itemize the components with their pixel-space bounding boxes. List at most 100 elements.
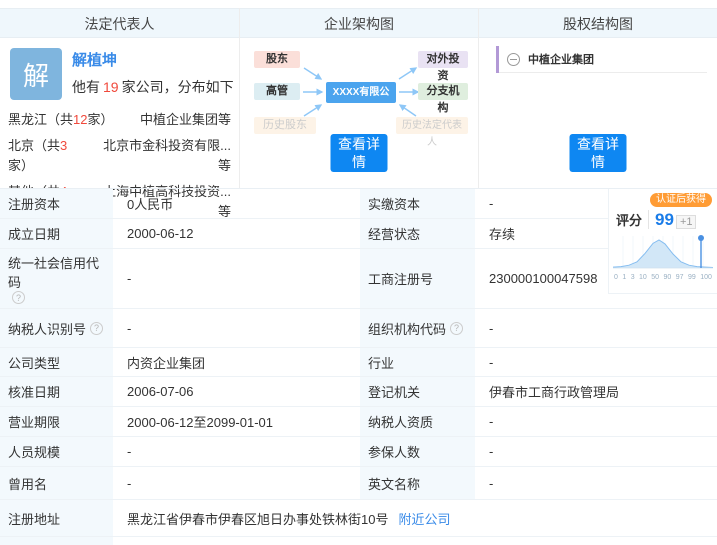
table-row-address: 注册地址 黑龙江省伊春市伊春区旭日办事处铁林街10号 附近公司 (0, 500, 717, 537)
field-label: 实缴资本 (360, 189, 475, 218)
help-icon[interactable] (90, 321, 104, 335)
node-history-shareholder: 历史股东 (254, 117, 316, 134)
field-value: 2006-07-06 (127, 384, 194, 399)
score-widget: 认证后获得 评分 99 +1 0 1 3 10 50 90 97 99 100 (608, 189, 717, 294)
equity-panel-title: 股权结构图 (479, 8, 717, 38)
table-row: 核准日期 2006-07-06 登记机关 伊春市工商行政管理局 (0, 377, 717, 407)
org-chart-panel: 企业架构图 股东 高管 历史股东 XXXX有限公司 对外投资 分支机构 历史法定… (239, 8, 478, 188)
help-icon[interactable] (12, 291, 25, 304)
node-investment: 对外投资 (418, 51, 468, 82)
registered-address: 黑龙江省伊春市伊春区旭日办事处铁林街10号 (127, 511, 389, 527)
table-row: 人员规模 - 参保人数 - (0, 437, 717, 467)
field-label: 注册资本 (0, 189, 113, 218)
field-value: 0人民币 (127, 197, 174, 212)
field-value: - (489, 414, 494, 429)
node-executive: 高管 (254, 83, 300, 100)
field-value: - (489, 475, 494, 491)
node-history-legal-rep: 历史法定代表人 (396, 117, 468, 148)
equity-tree-root[interactable]: 中植企业集团 (496, 46, 707, 73)
node-shareholder: 股东 (254, 51, 300, 68)
legal-rep-panel-title: 法定代表人 (0, 8, 239, 38)
table-row-scope: 经营范围 - (0, 537, 717, 545)
axis-tick: 99 (687, 274, 696, 281)
score-marker-pin-icon (698, 235, 704, 241)
field-label: 经营状态 (360, 219, 475, 248)
legal-rep-name-link[interactable]: 解植坤 (72, 49, 117, 70)
field-value: - (127, 320, 132, 336)
equity-root-label: 中植企业集团 (528, 54, 594, 66)
collapse-minus-icon[interactable] (507, 52, 520, 66)
company-detail-table: 认证后获得 评分 99 +1 0 1 3 10 50 90 97 99 100 … (0, 188, 717, 545)
field-value: - (127, 475, 132, 491)
company-profile-page: 法定代表人 解 解植坤 他有 19 家公司，分布如下 黑龙江（共12家） 中植企业集… (0, 0, 717, 545)
region-row-heilongjiang: 黑龙江（共12家） 中植企业集团等 (8, 110, 231, 130)
field-label: 行业 (360, 348, 475, 376)
field-label: 注册地址 (0, 500, 113, 536)
field-label: 登记机关 (360, 377, 475, 406)
field-value: - (489, 444, 494, 459)
field-label: 纳税人资质 (360, 407, 475, 436)
help-icon[interactable] (450, 321, 464, 335)
region-row-beijing: 北京（共3家） 北京市金科投资有限... 等 (8, 136, 231, 176)
summary-prefix: 他有 (72, 79, 100, 95)
region-companies: 中植企业集团等 (139, 112, 231, 127)
field-value: - (127, 444, 132, 459)
node-company-center: XXXX有限公司 (326, 82, 396, 119)
field-value: - (489, 354, 494, 370)
axis-tick: 97 (675, 274, 684, 281)
field-label: 工商注册号 (360, 249, 475, 308)
top-panels: 法定代表人 解 解植坤 他有 19 家公司，分布如下 黑龙江（共12家） 中植企业集… (0, 8, 717, 219)
axis-tick: 100 (700, 274, 712, 281)
region-companies: 北京市金科投资有限... 等 (103, 138, 231, 173)
field-value: - (489, 320, 494, 336)
field-label: 成立日期 (0, 219, 113, 248)
score-label: 评分 (616, 210, 650, 229)
score-bonus: +1 (675, 215, 697, 229)
org-chart-view-detail-button[interactable]: 查看详情 (330, 134, 388, 172)
field-value: - (113, 537, 717, 545)
field-label: 营业期限 (0, 407, 113, 436)
field-label: 纳税人识别号 (0, 309, 113, 347)
node-branch: 分支机构 (418, 83, 468, 114)
equity-panel: 股权结构图 中植企业集团 查看详情 (478, 8, 717, 188)
field-value: 伊春市工商行政管理局 (489, 385, 620, 400)
field-label: 参保人数 (360, 437, 475, 466)
summary-suffix: 家公司，分布如下 (121, 79, 234, 95)
legal-rep-avatar[interactable]: 解 (10, 48, 62, 100)
field-label: 公司类型 (0, 348, 113, 376)
nearby-companies-link[interactable]: 附近公司 (398, 509, 450, 528)
axis-tick: 90 (663, 274, 672, 281)
axis-tick: 0 (614, 274, 618, 281)
score-axis-ticks: 0 1 3 10 50 90 97 99 100 (613, 274, 713, 281)
tree-accent-bar (496, 46, 499, 73)
field-value: - (127, 271, 132, 286)
field-label: 曾用名 (0, 467, 113, 499)
field-value: 内资企业集团 (127, 355, 206, 371)
field-value: 黑龙江省伊春市伊春区旭日办事处铁林街10号 附近公司 (113, 500, 717, 536)
field-value: 2000-06-12至2099-01-01 (127, 415, 273, 430)
field-label: 经营范围 (0, 537, 113, 545)
table-row: 曾用名 - 英文名称 - (0, 467, 717, 500)
field-label: 核准日期 (0, 377, 113, 406)
field-label: 人员规模 (0, 437, 113, 466)
score-distribution-chart (613, 235, 713, 269)
table-row: 营业期限 2000-06-12至2099-01-01 纳税人资质 - (0, 407, 717, 437)
score-value: 99 (655, 210, 674, 229)
table-row: 公司类型 内资企业集团 行业 - (0, 348, 717, 377)
table-row: 纳税人识别号 - 组织机构代码 - (0, 309, 717, 348)
field-label: 统一社会信用代码 (0, 249, 113, 308)
org-chart-panel-title: 企业架构图 (240, 8, 478, 38)
axis-tick: 3 (630, 274, 635, 281)
distribution-area (613, 240, 713, 268)
field-value: 2000-06-12 (127, 226, 194, 241)
axis-tick: 10 (639, 274, 647, 281)
equity-view-detail-button[interactable]: 查看详情 (569, 134, 627, 172)
axis-tick: 50 (651, 274, 660, 281)
company-count: 19 (103, 79, 119, 95)
certify-badge[interactable]: 认证后获得 (650, 193, 712, 207)
field-label: 组织机构代码 (360, 309, 475, 347)
legal-rep-panel: 法定代表人 解 解植坤 他有 19 家公司，分布如下 黑龙江（共12家） 中植企业集… (0, 8, 239, 219)
field-label: 英文名称 (360, 467, 475, 499)
axis-tick: 1 (622, 274, 627, 281)
legal-rep-summary: 他有 19 家公司，分布如下 (72, 77, 234, 97)
